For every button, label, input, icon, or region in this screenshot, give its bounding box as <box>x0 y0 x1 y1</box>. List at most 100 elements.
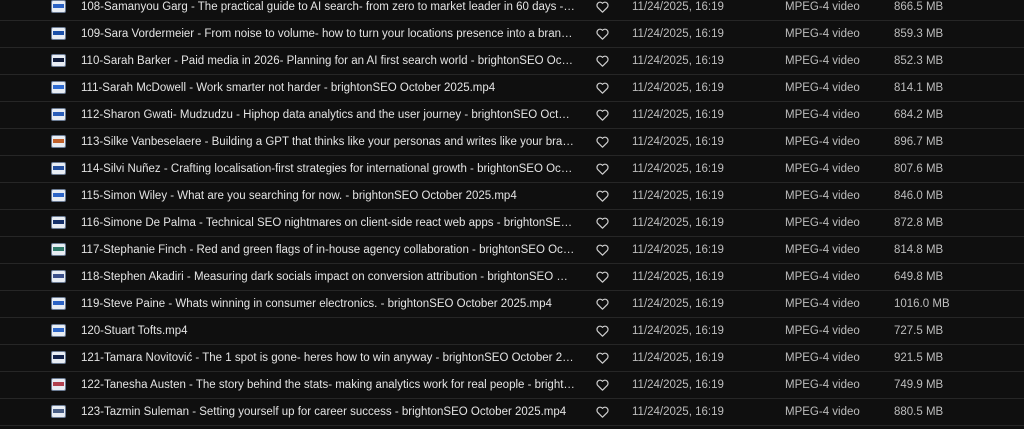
file-row[interactable]: 120-Stuart Tofts.mp4 11/24/2025, 16:19 MPE… <box>0 318 1024 345</box>
heart-outline-icon[interactable] <box>596 217 609 229</box>
file-name[interactable]: 113-Silke Vanbeselaere - Building a GPT … <box>81 129 575 155</box>
heart-outline-icon[interactable] <box>596 298 609 310</box>
file-kind: MPEG-4 video <box>785 244 860 256</box>
file-kind: MPEG-4 video <box>785 271 860 283</box>
video-thumbnail-icon <box>51 216 66 229</box>
file-size: 749.9 MB <box>894 379 944 391</box>
file-name[interactable]: 122-Tanesha Austen - The story behind th… <box>81 372 575 398</box>
date-modified: 11/24/2025, 16:19 <box>632 298 724 310</box>
file-row[interactable]: 115-Simon Wiley - What are you searching… <box>0 183 1024 210</box>
video-thumbnail-icon <box>51 297 66 310</box>
heart-outline-icon[interactable] <box>596 163 609 175</box>
video-thumbnail-icon <box>51 405 66 418</box>
file-row[interactable]: 121-Tamara Novitović - The 1 spot is gon… <box>0 345 1024 372</box>
video-thumbnail-icon <box>51 108 66 121</box>
file-row[interactable]: 119-Steve Paine - Whats winning in consu… <box>0 291 1024 318</box>
heart-outline-icon[interactable] <box>596 379 609 391</box>
date-modified: 11/24/2025, 16:19 <box>632 271 724 283</box>
file-list: 108-Samanyou Garg - The practical guide … <box>0 0 1024 426</box>
file-name[interactable]: 123-Tazmin Suleman - Setting yourself up… <box>81 399 575 425</box>
video-thumbnail-icon <box>51 351 66 364</box>
video-thumbnail-icon <box>51 27 66 40</box>
file-name[interactable]: 121-Tamara Novitović - The 1 spot is gon… <box>81 345 575 371</box>
video-thumbnail-icon <box>51 162 66 175</box>
file-name[interactable]: 120-Stuart Tofts.mp4 <box>81 318 575 344</box>
file-name[interactable]: 119-Steve Paine - Whats winning in consu… <box>81 291 575 317</box>
file-row[interactable]: 123-Tazmin Suleman - Setting yourself up… <box>0 399 1024 426</box>
file-name[interactable]: 118-Stephen Akadiri - Measuring dark soc… <box>81 264 575 290</box>
file-name[interactable]: 117-Stephanie Finch - Red and green flag… <box>81 237 575 263</box>
file-row[interactable]: 111-Sarah McDowell - Work smarter not ha… <box>0 75 1024 102</box>
file-name[interactable]: 111-Sarah McDowell - Work smarter not ha… <box>81 75 575 101</box>
date-modified: 11/24/2025, 16:19 <box>632 28 724 40</box>
heart-outline-icon[interactable] <box>596 1 609 13</box>
heart-outline-icon[interactable] <box>596 190 609 202</box>
file-size: 866.5 MB <box>894 1 944 13</box>
video-thumbnail-icon <box>51 324 66 337</box>
date-modified: 11/24/2025, 16:19 <box>632 190 724 202</box>
file-row[interactable]: 114-Silvi Nuñez - Crafting localisation-… <box>0 156 1024 183</box>
file-kind: MPEG-4 video <box>785 136 860 148</box>
file-name[interactable]: 110-Sarah Barker - Paid media in 2026- P… <box>81 48 575 74</box>
file-kind: MPEG-4 video <box>785 82 860 94</box>
date-modified: 11/24/2025, 16:19 <box>632 163 724 175</box>
file-size: 814.8 MB <box>894 244 944 256</box>
heart-outline-icon[interactable] <box>596 28 609 40</box>
heart-outline-icon[interactable] <box>596 352 609 364</box>
file-row[interactable]: 113-Silke Vanbeselaere - Building a GPT … <box>0 129 1024 156</box>
file-kind: MPEG-4 video <box>785 325 860 337</box>
file-name[interactable]: 114-Silvi Nuñez - Crafting localisation-… <box>81 156 575 182</box>
date-modified: 11/24/2025, 16:19 <box>632 109 724 121</box>
file-name[interactable]: 108-Samanyou Garg - The practical guide … <box>81 0 575 20</box>
file-kind: MPEG-4 video <box>785 1 860 13</box>
file-row[interactable]: 122-Tanesha Austen - The story behind th… <box>0 372 1024 399</box>
date-modified: 11/24/2025, 16:19 <box>632 379 724 391</box>
video-thumbnail-icon <box>51 378 66 391</box>
date-modified: 11/24/2025, 16:19 <box>632 136 724 148</box>
file-row[interactable]: 112-Sharon Gwati- Mudzudzu - Hiphop data… <box>0 102 1024 129</box>
file-row[interactable]: 118-Stephen Akadiri - Measuring dark soc… <box>0 264 1024 291</box>
file-kind: MPEG-4 video <box>785 190 860 202</box>
heart-outline-icon[interactable] <box>596 109 609 121</box>
date-modified: 11/24/2025, 16:19 <box>632 55 724 67</box>
date-modified: 11/24/2025, 16:19 <box>632 217 724 229</box>
file-size: 896.7 MB <box>894 136 944 148</box>
video-thumbnail-icon <box>51 243 66 256</box>
file-row[interactable]: 109-Sara Vordermeier - From noise to vol… <box>0 21 1024 48</box>
file-size: 1016.0 MB <box>894 298 950 310</box>
heart-outline-icon[interactable] <box>596 406 609 418</box>
file-size: 846.0 MB <box>894 190 944 202</box>
file-name[interactable]: 116-Simone De Palma - Technical SEO nigh… <box>81 210 575 236</box>
heart-outline-icon[interactable] <box>596 271 609 283</box>
video-thumbnail-icon <box>51 81 66 94</box>
date-modified: 11/24/2025, 16:19 <box>632 82 724 94</box>
heart-outline-icon[interactable] <box>596 136 609 148</box>
file-row[interactable]: 108-Samanyou Garg - The practical guide … <box>0 0 1024 21</box>
date-modified: 11/24/2025, 16:19 <box>632 325 724 337</box>
video-thumbnail-icon <box>51 0 66 13</box>
file-row[interactable]: 116-Simone De Palma - Technical SEO nigh… <box>0 210 1024 237</box>
file-kind: MPEG-4 video <box>785 352 860 364</box>
heart-outline-icon[interactable] <box>596 244 609 256</box>
file-name[interactable]: 109-Sara Vordermeier - From noise to vol… <box>81 21 575 47</box>
video-thumbnail-icon <box>51 270 66 283</box>
video-thumbnail-icon <box>51 135 66 148</box>
heart-outline-icon[interactable] <box>596 82 609 94</box>
file-size: 727.5 MB <box>894 325 944 337</box>
file-row[interactable]: 117-Stephanie Finch - Red and green flag… <box>0 237 1024 264</box>
video-thumbnail-icon <box>51 189 66 202</box>
file-row[interactable]: 110-Sarah Barker - Paid media in 2026- P… <box>0 48 1024 75</box>
file-size: 872.8 MB <box>894 217 944 229</box>
heart-outline-icon[interactable] <box>596 55 609 67</box>
file-kind: MPEG-4 video <box>785 298 860 310</box>
heart-outline-icon[interactable] <box>596 325 609 337</box>
file-kind: MPEG-4 video <box>785 379 860 391</box>
file-size: 649.8 MB <box>894 271 944 283</box>
file-size: 852.3 MB <box>894 55 944 67</box>
file-size: 921.5 MB <box>894 352 944 364</box>
file-size: 684.2 MB <box>894 109 944 121</box>
file-kind: MPEG-4 video <box>785 55 860 67</box>
file-name[interactable]: 112-Sharon Gwati- Mudzudzu - Hiphop data… <box>81 102 575 128</box>
file-name[interactable]: 115-Simon Wiley - What are you searching… <box>81 183 575 209</box>
file-kind: MPEG-4 video <box>785 28 860 40</box>
